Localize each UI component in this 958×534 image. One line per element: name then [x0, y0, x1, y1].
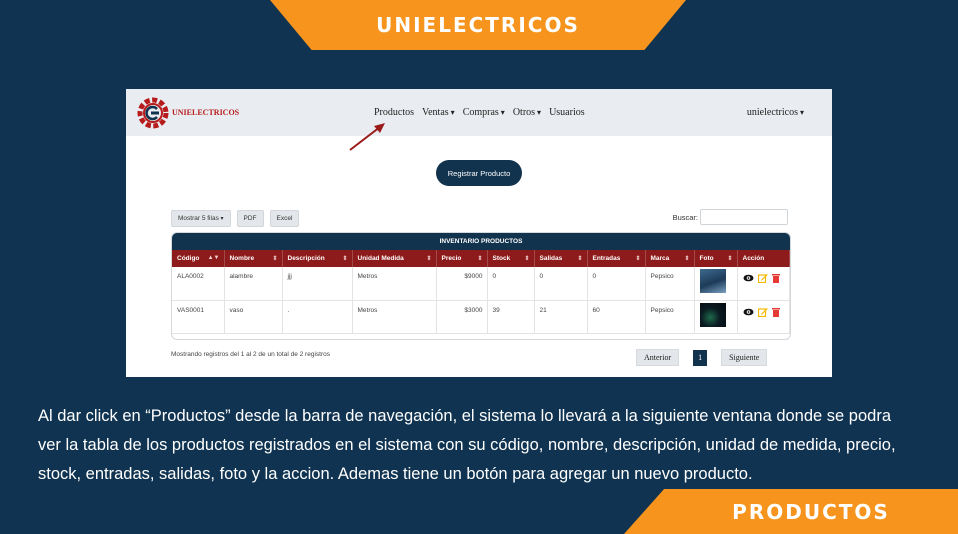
cell-precio: $3000 — [436, 300, 488, 334]
sort-icon: ▲▼ — [207, 255, 220, 261]
product-photo — [699, 302, 726, 327]
view-eye-icon[interactable] — [743, 274, 754, 282]
cell-accion — [737, 300, 790, 334]
table-row: ALA0002 alambre jjj Metros $9000 0 0 0 P… — [172, 267, 790, 301]
prev-page-button[interactable]: Anterior — [636, 349, 680, 366]
col-marca[interactable]: Marca ⇕ — [645, 250, 695, 267]
app-screenshot: UNIELECTRICOS Productos Ventas Compras O… — [126, 89, 832, 377]
nav-productos[interactable]: Productos — [374, 107, 414, 118]
nav-ventas[interactable]: Ventas — [422, 107, 455, 118]
cell-nombre: vaso — [224, 300, 283, 334]
pagination: Anterior 1 Siguiente — [636, 349, 768, 366]
cell-marca: Pepsico — [645, 267, 695, 301]
description-text: Al dar click en “Productos” desde la bar… — [38, 407, 896, 483]
nav-menu: Productos Ventas Compras Otros Usuarios — [374, 107, 585, 118]
gear-logo-icon — [137, 97, 169, 128]
search-label: Buscar: — [672, 212, 698, 222]
search-box: Buscar: — [673, 209, 788, 225]
col-unidad-medida[interactable]: Unidad Medida ⇕ — [352, 250, 437, 267]
logo-text: UNIELECTRICOS — [172, 108, 240, 117]
delete-trash-icon[interactable] — [771, 273, 780, 283]
product-photo — [699, 269, 726, 293]
cell-accion — [737, 267, 790, 301]
cell-salidas: 21 — [534, 300, 588, 334]
cell-salidas: 0 — [534, 267, 588, 301]
page-1-button[interactable]: 1 — [693, 349, 708, 366]
sort-icon: ⇕ — [272, 256, 278, 262]
top-banner: UNIELECTRICOS — [270, 0, 686, 50]
top-banner-title: UNIELECTRICOS — [376, 13, 580, 37]
sort-icon: ⇕ — [635, 256, 641, 262]
col-precio[interactable]: Precio ⇕ — [436, 250, 488, 267]
table-title: INVENTARIO PRODUCTOS — [172, 233, 790, 250]
cell-foto — [694, 300, 738, 334]
edit-icon[interactable] — [757, 273, 768, 283]
cell-precio: $9000 — [436, 267, 488, 301]
user-menu[interactable]: unielectricos — [747, 107, 804, 118]
cell-codigo: VAS0001 — [172, 300, 225, 334]
cell-descripcion: . — [282, 300, 353, 334]
view-eye-icon[interactable] — [743, 308, 754, 316]
sort-icon: ⇕ — [684, 256, 690, 262]
delete-trash-icon[interactable] — [771, 307, 780, 317]
table-header-row: Código ▲▼ Nombre ⇕ Descripción ⇕ Unidad Med… — [172, 250, 790, 267]
records-info: Mostrando registros del 1 al 2 de un tot… — [171, 351, 330, 358]
register-product-button[interactable]: Registrar Producto — [436, 160, 522, 186]
col-stock[interactable]: Stock ⇕ — [487, 250, 535, 267]
sort-icon: ⇕ — [727, 256, 733, 262]
sort-icon: ⇕ — [524, 256, 530, 262]
cell-nombre: alambre — [224, 267, 283, 301]
pointer-arrow-icon — [349, 123, 385, 151]
next-page-button[interactable]: Siguiente — [721, 349, 768, 366]
cell-stock: 39 — [487, 300, 535, 334]
table-toolbar: Mostrar 5 filas PDF Excel — [171, 210, 300, 227]
inventory-table: INVENTARIO PRODUCTOS Código ▲▼ Nombre ⇕ De… — [171, 232, 791, 340]
sort-icon: ⇕ — [426, 256, 432, 262]
col-codigo[interactable]: Código ▲▼ — [172, 250, 225, 267]
nav-otros[interactable]: Otros — [513, 107, 541, 118]
cell-foto — [694, 267, 738, 301]
col-salidas[interactable]: Salidas ⇕ — [534, 250, 588, 267]
cell-marca: Pepsico — [645, 300, 695, 334]
sort-icon: ⇕ — [342, 256, 348, 262]
excel-button[interactable]: Excel — [269, 210, 300, 227]
logo[interactable]: UNIELECTRICOS — [136, 96, 239, 130]
cell-codigo: ALA0002 — [172, 267, 225, 301]
table-row: VAS0001 vaso . Metros $3000 39 21 60 Pep… — [172, 300, 790, 334]
cell-unidad: Metros — [352, 300, 437, 334]
navbar: UNIELECTRICOS Productos Ventas Compras O… — [126, 89, 832, 136]
show-rows-button[interactable]: Mostrar 5 filas — [171, 210, 231, 227]
sort-icon: ⇕ — [577, 256, 583, 262]
col-accion: Acción — [737, 250, 790, 267]
col-foto[interactable]: Foto ⇕ — [694, 250, 738, 267]
bottom-banner-title: PRODUCTOS — [732, 499, 890, 524]
col-nombre[interactable]: Nombre ⇕ — [224, 250, 283, 267]
cell-entradas: 60 — [587, 300, 646, 334]
col-entradas[interactable]: Entradas ⇕ — [587, 250, 646, 267]
col-descripcion[interactable]: Descripción ⇕ — [282, 250, 353, 267]
nav-usuarios[interactable]: Usuarios — [549, 107, 585, 118]
sort-icon: ⇕ — [477, 256, 483, 262]
bottom-banner: PRODUCTOS — [624, 489, 958, 534]
nav-compras[interactable]: Compras — [463, 107, 505, 118]
pdf-button[interactable]: PDF — [236, 210, 264, 227]
cell-entradas: 0 — [587, 267, 646, 301]
cell-stock: 0 — [487, 267, 535, 301]
search-input[interactable] — [700, 209, 788, 225]
cell-unidad: Metros — [352, 267, 437, 301]
edit-icon[interactable] — [757, 307, 768, 317]
cell-descripcion: jjj — [282, 267, 353, 301]
